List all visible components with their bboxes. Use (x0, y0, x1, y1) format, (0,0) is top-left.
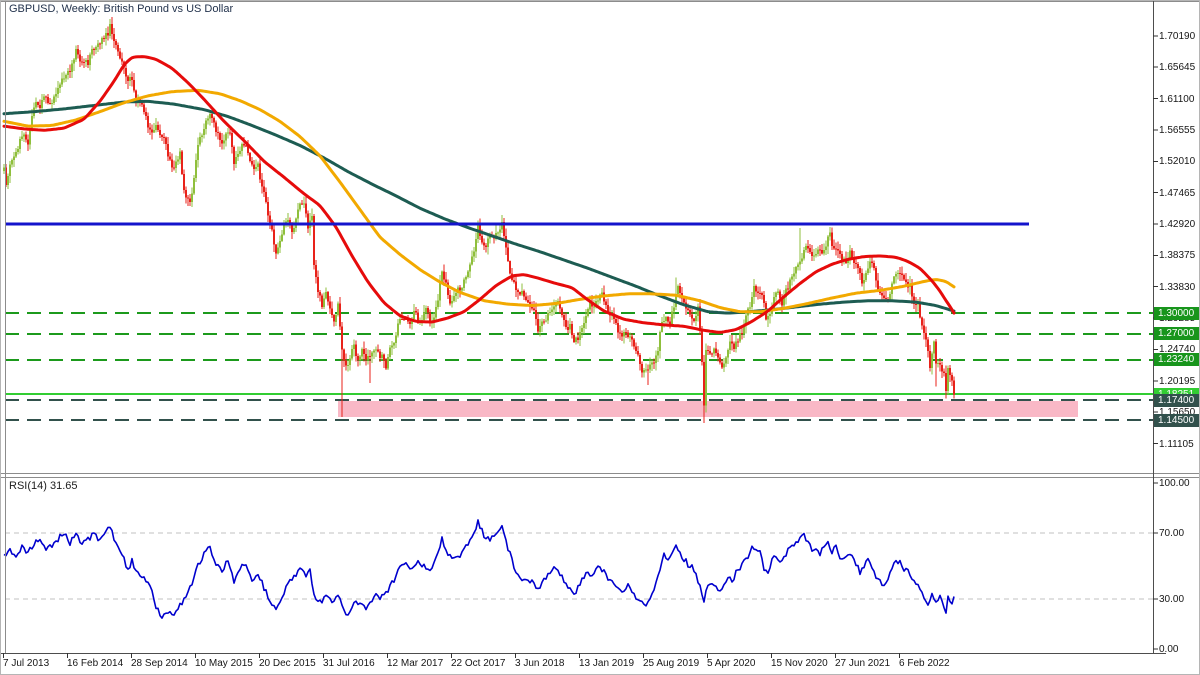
time-axis-label: 12 Mar 2017 (387, 658, 444, 669)
time-axis-label: 10 May 2015 (195, 658, 253, 669)
price-axis-label: 1.33830 (1159, 282, 1196, 293)
price-axis-label: 1.52010 (1159, 156, 1196, 167)
candles (3, 16, 955, 423)
time-axis-label: 28 Sep 2014 (131, 658, 188, 669)
time-axis-label: 31 Jul 2016 (323, 658, 375, 669)
price-axis-label: 1.56555 (1159, 125, 1196, 136)
time-axis-label: 15 Nov 2020 (771, 658, 828, 669)
rsi-panel (3, 519, 1153, 619)
rsi-axis-label: 100.00 (1159, 478, 1190, 489)
time-axis-label: 3 Jun 2018 (515, 658, 565, 669)
time-axis-label: 5 Apr 2020 (707, 658, 756, 669)
price-badge-1.14500: 1.14500 (1154, 414, 1199, 427)
chart-canvas[interactable] (1, 1, 1200, 675)
price-axis-label: 1.47465 (1159, 188, 1196, 199)
price-axis-label: 1.65645 (1159, 62, 1196, 73)
price-axis-label: 1.42920 (1159, 219, 1196, 230)
rsi-axis-label: 30.00 (1159, 594, 1185, 605)
chart-frame (1, 1, 1199, 658)
rsi-indicator-label: RSI(14) 31.65 (9, 480, 78, 492)
time-axis-label: 22 Oct 2017 (451, 658, 506, 669)
price-axis-label: 1.70190 (1159, 31, 1196, 42)
time-axis-label: 13 Jan 2019 (579, 658, 635, 669)
ma-teal (2, 99, 956, 315)
price-axis-label: 1.11105 (1159, 439, 1194, 450)
time-axis-label: 25 Aug 2019 (643, 658, 700, 669)
time-axis-label: 27 Jun 2021 (835, 658, 891, 669)
support-zone-rectangle (338, 401, 1078, 417)
price-badge-1.30000: 1.30000 (1154, 307, 1199, 320)
price-badge-1.17400: 1.17400 (1154, 394, 1199, 407)
chart-window: GBPUSD, Weekly: British Pound vs US Doll… (0, 0, 1200, 675)
ma-orange (2, 88, 956, 314)
price-axis-label: 1.38375 (1159, 250, 1196, 261)
time-axis-label: 16 Feb 2014 (67, 658, 124, 669)
time-axis-label: 20 Dec 2015 (259, 658, 316, 669)
chart-title: GBPUSD, Weekly: British Pound vs US Doll… (9, 3, 234, 15)
rsi-axis-label: 0.00 (1159, 644, 1179, 655)
price-axis-label: 1.61100 (1159, 94, 1195, 105)
ma-red (2, 55, 956, 334)
price-badge-1.23240: 1.23240 (1154, 353, 1199, 366)
price-axis-label: 1.20195 (1159, 376, 1196, 387)
price-badge-1.27000: 1.27000 (1154, 327, 1199, 340)
time-axis-label: 6 Feb 2022 (899, 658, 950, 669)
time-axis-label: 7 Jul 2013 (3, 658, 50, 669)
rsi-line (3, 519, 955, 619)
rsi-axis-label: 70.00 (1159, 528, 1185, 539)
